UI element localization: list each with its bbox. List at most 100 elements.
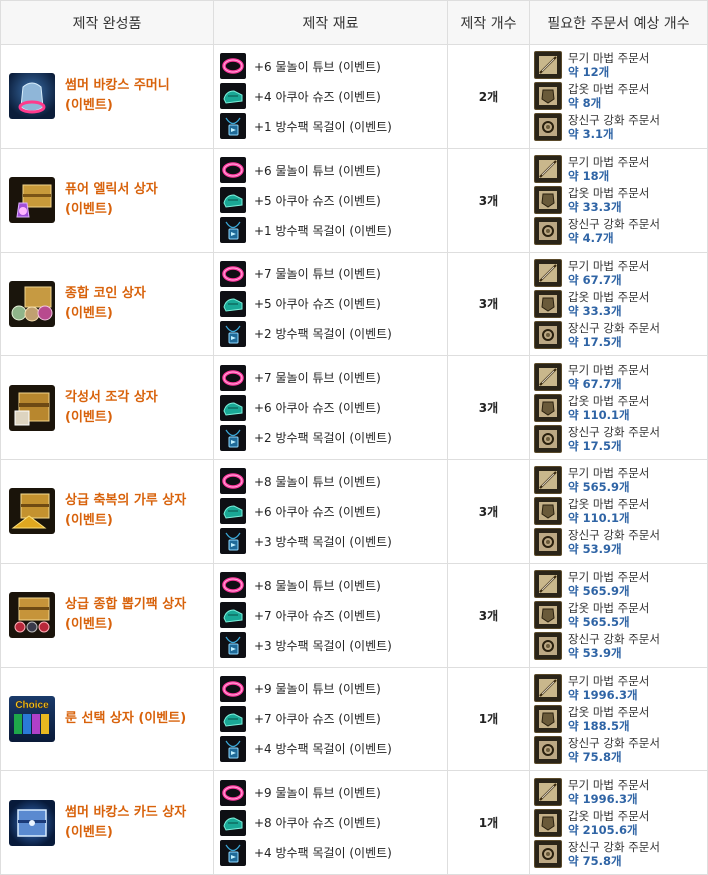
materials-cell: +9 물놀이 튜브 (이벤트) +8 아쿠아 슈즈 (이벤트) +4 방수팩 목걸이…	[213, 770, 448, 875]
weapon-scroll-icon	[534, 673, 562, 702]
scroll-name: 갑옷 마법 주문서	[568, 808, 650, 823]
swim-tube-icon	[220, 260, 246, 287]
armor-scroll-icon	[534, 82, 562, 111]
table-row: 종합 코인 상자 (이벤트) +7 물놀이 튜브 (이벤트) +5 아쿠아 슈즈 (…	[0, 251, 708, 357]
material-label: +7 아쿠아 슈즈 (이벤트)	[254, 608, 381, 623]
accessory-scroll-icon	[534, 113, 562, 142]
scroll-item: 갑옷 마법 주문서 약 2105.6개	[534, 808, 703, 838]
material-item: +4 방수팩 목걸이 (이벤트)	[220, 839, 441, 867]
material-item: +1 방수팩 목걸이 (이벤트)	[220, 112, 441, 140]
scroll-item: 장신구 강화 주문서 약 17.5개	[534, 424, 703, 454]
material-item: +7 아쿠아 슈즈 (이벤트)	[220, 601, 441, 629]
scroll-name: 갑옷 마법 주문서	[568, 601, 650, 616]
armor-scroll-icon	[534, 601, 562, 630]
craft-count: 1개	[447, 666, 530, 772]
scroll-item: 무기 마법 주문서 약 18개	[534, 154, 703, 184]
weapon-scroll-icon	[534, 51, 562, 80]
scroll-item: 갑옷 마법 주문서 약 33.3개	[534, 289, 703, 319]
scroll-amount: 약 565.9개	[568, 584, 630, 599]
card-box-icon	[9, 799, 55, 846]
scroll-item: 장신구 강화 주문서 약 75.8개	[534, 839, 703, 869]
rune-choice-box-icon: Choice	[9, 695, 55, 742]
aqua-shoes-icon	[220, 498, 246, 525]
scroll-amount: 약 53.9개	[568, 646, 622, 661]
accessory-scroll-icon	[534, 320, 562, 349]
material-label: +8 아쿠아 슈즈 (이벤트)	[254, 816, 381, 831]
accessory-scroll-icon	[534, 735, 562, 764]
scroll-name: 무기 마법 주문서	[568, 466, 650, 481]
accessory-scroll-icon	[534, 528, 562, 557]
scroll-item: 갑옷 마법 주문서 약 565.5개	[534, 600, 703, 630]
material-item: +9 물놀이 튜브 (이벤트)	[220, 779, 441, 807]
scroll-item: 장신구 강화 주문서 약 17.5개	[534, 320, 703, 350]
scroll-name: 장신구 강화 주문서	[568, 632, 660, 647]
scroll-name: 무기 마법 주문서	[568, 673, 650, 688]
material-label: +9 물놀이 튜브 (이벤트)	[254, 682, 381, 697]
scroll-amount: 약 110.1개	[568, 407, 630, 422]
material-label: +9 물놀이 튜브 (이벤트)	[254, 786, 381, 801]
material-item: +4 방수팩 목걸이 (이벤트)	[220, 735, 441, 763]
product-name: 상급 축복의 가루 상자 (이벤트)	[65, 493, 187, 529]
product-name: 썸머 바캉스 주머니 (이벤트)	[65, 78, 170, 114]
header-scrolls: 필요한 주문서 예상 개수	[529, 0, 708, 45]
scroll-item: 무기 마법 주문서 약 67.7개	[534, 362, 703, 392]
table-header-row: 제작 완성품 제작 재료 제작 개수 필요한 주문서 예상 개수	[0, 0, 708, 45]
material-label: +3 방수팩 목걸이 (이벤트)	[254, 638, 392, 653]
scroll-amount: 약 110.1개	[568, 511, 630, 526]
material-item: +6 아쿠아 슈즈 (이벤트)	[220, 394, 441, 422]
coin-box-icon	[9, 280, 55, 327]
scroll-amount: 약 12개	[568, 65, 610, 80]
scroll-amount: 약 75.8개	[568, 749, 622, 764]
scroll-name: 장신구 강화 주문서	[568, 113, 660, 128]
material-item: +5 아쿠아 슈즈 (이벤트)	[220, 186, 441, 214]
product-name: 상급 종합 뽑기팩 상자 (이벤트)	[65, 597, 187, 633]
armor-scroll-icon	[534, 393, 562, 422]
swim-tube-icon	[220, 468, 246, 495]
blessing-powder-box-icon	[9, 488, 55, 535]
material-label: +8 물놀이 튜브 (이벤트)	[254, 578, 381, 593]
scrolls-cell: 무기 마법 주문서 약 565.9개 갑옷 마법 주문서 약 110.1개 장신구 강화…	[529, 459, 708, 564]
product: 상급 축복의 가루 상자 (이벤트)	[1, 488, 213, 535]
product-name: 종합 코인 상자 (이벤트)	[65, 285, 146, 321]
scroll-amount: 약 53.9개	[568, 542, 622, 557]
material-label: +6 아쿠아 슈즈 (이벤트)	[254, 401, 381, 416]
material-label: +7 물놀이 튜브 (이벤트)	[254, 267, 381, 282]
material-label: +1 방수팩 목걸이 (이벤트)	[254, 223, 392, 238]
material-label: +8 물놀이 튜브 (이벤트)	[254, 474, 381, 489]
scroll-amount: 약 33.3개	[568, 303, 622, 318]
material-item: +7 아쿠아 슈즈 (이벤트)	[220, 705, 441, 733]
product-name: 퓨어 엘릭서 상자 (이벤트)	[65, 182, 158, 218]
material-item: +5 아쿠아 슈즈 (이벤트)	[220, 290, 441, 318]
header-product: 제작 완성품	[0, 0, 214, 45]
scroll-name: 무기 마법 주문서	[568, 362, 650, 377]
waterproof-necklace-icon	[220, 528, 246, 555]
scroll-name: 장신구 강화 주문서	[568, 528, 660, 543]
scroll-name: 무기 마법 주문서	[568, 51, 650, 66]
product-cell: 퓨어 엘릭서 상자 (이벤트)	[0, 147, 214, 253]
scroll-amount: 약 17.5개	[568, 438, 622, 453]
scroll-item: 갑옷 마법 주문서 약 33.3개	[534, 185, 703, 215]
material-item: +9 물놀이 튜브 (이벤트)	[220, 675, 441, 703]
aqua-shoes-icon	[220, 290, 246, 317]
product-cell: 상급 축복의 가루 상자 (이벤트)	[0, 459, 214, 564]
accessory-scroll-icon	[534, 632, 562, 661]
material-item: +1 방수팩 목걸이 (이벤트)	[220, 216, 441, 244]
waterproof-necklace-icon	[220, 735, 246, 762]
scroll-amount: 약 75.8개	[568, 853, 622, 868]
craft-count: 3개	[447, 251, 530, 357]
materials-cell: +6 물놀이 튜브 (이벤트) +5 아쿠아 슈즈 (이벤트) +1 방수팩 목걸이…	[213, 147, 448, 253]
scroll-amount: 약 2105.6개	[568, 822, 638, 837]
scroll-amount: 약 565.5개	[568, 615, 630, 630]
material-label: +4 방수팩 목걸이 (이벤트)	[254, 742, 392, 757]
scroll-name: 장신구 강화 주문서	[568, 839, 660, 854]
material-item: +2 방수팩 목걸이 (이벤트)	[220, 424, 441, 452]
product: 썸머 바캉스 주머니 (이벤트)	[1, 73, 213, 120]
swim-tube-icon	[220, 157, 246, 184]
scroll-amount: 약 33.3개	[568, 200, 622, 215]
material-label: +2 방수팩 목걸이 (이벤트)	[254, 431, 392, 446]
scrolls-cell: 무기 마법 주문서 약 18개 갑옷 마법 주문서 약 33.3개 장신구 강화 주문서…	[529, 147, 708, 253]
weapon-scroll-icon	[534, 258, 562, 287]
scroll-item: 무기 마법 주문서 약 67.7개	[534, 258, 703, 288]
product-cell: 썸머 바캉스 카드 상자 (이벤트)	[0, 770, 214, 875]
armor-scroll-icon	[534, 186, 562, 215]
